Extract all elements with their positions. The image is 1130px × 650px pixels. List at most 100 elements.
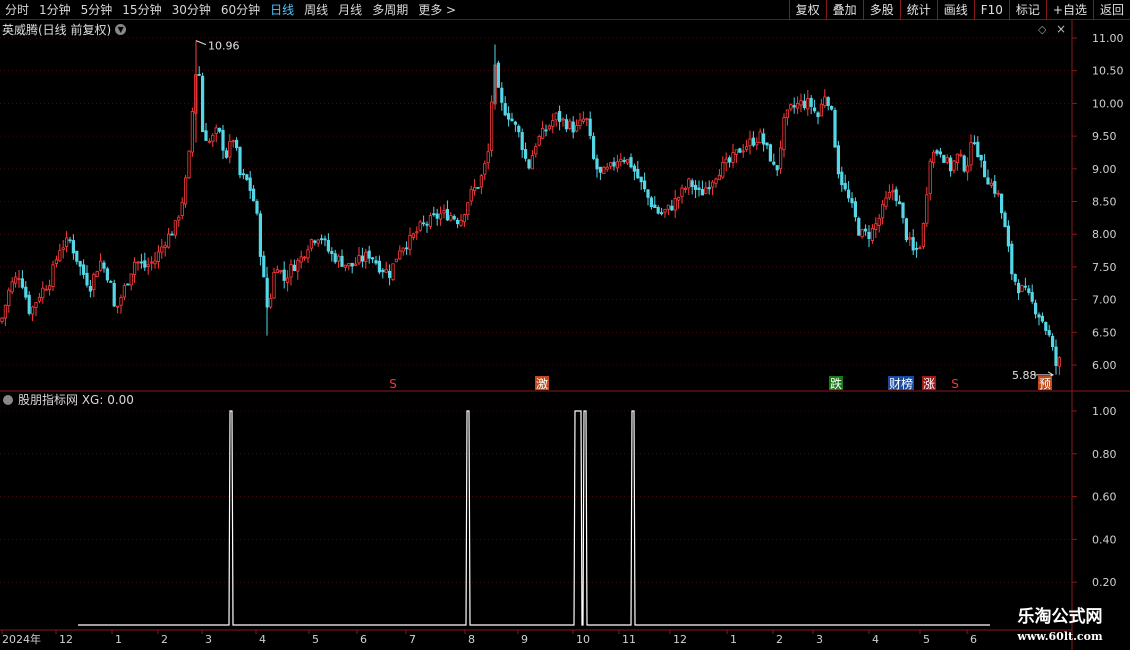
- x-tick-label: 12: [59, 633, 73, 646]
- candle-body: [877, 217, 881, 226]
- candle-body: [268, 298, 273, 308]
- candle-body: [643, 180, 647, 190]
- candle-body: [721, 162, 725, 178]
- x-tick-label: 1: [730, 633, 737, 646]
- candle-body: [418, 221, 422, 231]
- candle-body: [619, 158, 623, 162]
- candle-body: [496, 62, 501, 88]
- diamond-icon[interactable]: ◇: [1038, 23, 1046, 36]
- close-icon[interactable]: ×: [1056, 22, 1066, 36]
- candle-body: [54, 259, 59, 264]
- candle-body: [489, 101, 494, 151]
- stock-chart[interactable]: 11.0010.5010.009.509.008.508.007.507.006…: [0, 0, 1130, 650]
- candle-body: [217, 127, 222, 132]
- candle-body: [908, 237, 912, 240]
- candle-body: [823, 96, 827, 106]
- candle-body: [82, 264, 86, 275]
- candle-body: [37, 296, 42, 302]
- candle-body: [683, 187, 688, 190]
- candle-body: [68, 239, 72, 242]
- candle-body: [1000, 193, 1004, 214]
- candle-body: [765, 142, 769, 146]
- event-marker: 预: [1039, 377, 1051, 391]
- candle-body: [945, 157, 949, 163]
- candle-body: [707, 187, 711, 190]
- candle-body: [561, 118, 565, 121]
- candle-body: [455, 219, 460, 225]
- candle-body: [336, 255, 341, 262]
- candle-body: [404, 247, 409, 250]
- candle-body: [34, 302, 38, 309]
- y-tick-label: 8.00: [1092, 228, 1117, 241]
- candle-body: [524, 149, 528, 159]
- candle-body: [200, 75, 205, 133]
- candle-body: [459, 219, 463, 226]
- candle-body: [782, 117, 786, 150]
- candle-body: [884, 197, 888, 207]
- candle-body: [568, 120, 572, 130]
- candle-body: [187, 150, 191, 179]
- candle-body: [527, 159, 531, 169]
- candle-body: [166, 233, 171, 248]
- candle-body: [724, 158, 728, 164]
- candle-body: [802, 100, 807, 109]
- candle-body: [163, 245, 167, 248]
- candle-body: [435, 213, 439, 219]
- candle-body: [177, 216, 181, 221]
- candle-body: [887, 192, 892, 199]
- indicator-y-tick-label: 0.60: [1092, 491, 1117, 504]
- candle-body: [105, 268, 109, 281]
- candle-body: [326, 239, 331, 252]
- candle-body: [333, 253, 337, 263]
- candle-body: [231, 140, 235, 143]
- x-tick-label: 5: [312, 633, 319, 646]
- y-tick-label: 7.00: [1092, 294, 1117, 307]
- candle-body: [381, 269, 385, 273]
- candle-body: [949, 157, 953, 172]
- candle-body: [1027, 288, 1031, 293]
- candle-body: [680, 187, 684, 197]
- chevron-down-icon[interactable]: ▼: [115, 24, 127, 35]
- candle-body: [598, 166, 603, 173]
- candle-body: [279, 270, 283, 273]
- candle-body: [962, 155, 966, 172]
- candle-body: [513, 121, 518, 125]
- candle-body: [860, 229, 864, 238]
- candle-body: [544, 129, 548, 132]
- candle-body: [853, 201, 858, 218]
- candle-body: [367, 250, 371, 259]
- candle-body: [690, 180, 694, 187]
- candle-body: [129, 273, 133, 286]
- candle-body: [779, 147, 783, 170]
- candle-body: [993, 181, 997, 194]
- candle-body: [27, 294, 31, 314]
- candle-body: [58, 250, 62, 262]
- candle-body: [228, 141, 232, 158]
- candle-body: [173, 220, 177, 236]
- candle-body: [819, 103, 824, 117]
- candle-body: [1010, 243, 1014, 275]
- event-marker: 涨: [923, 376, 935, 391]
- candle-body: [421, 222, 426, 225]
- candle-body: [483, 163, 487, 175]
- chart-title-text: 英威腾(日线 前复权): [2, 23, 112, 37]
- candle-body: [554, 112, 558, 121]
- candle-body: [190, 111, 194, 153]
- candle-body: [1034, 302, 1038, 315]
- candle-body: [1006, 225, 1011, 247]
- candle-body: [775, 165, 779, 171]
- candle-body: [541, 128, 545, 139]
- candle-body: [1020, 285, 1024, 292]
- candle-body: [976, 141, 980, 158]
- y-tick-label: 8.50: [1092, 196, 1117, 209]
- candle-body: [282, 269, 286, 281]
- candle-body: [17, 278, 21, 280]
- candle-body: [850, 198, 854, 204]
- x-tick-label: 10: [576, 633, 590, 646]
- y-tick-label: 10.00: [1092, 97, 1124, 110]
- candle-body: [983, 160, 987, 178]
- candle-body: [874, 223, 878, 230]
- candle-body: [789, 104, 793, 110]
- candle-body: [438, 213, 443, 220]
- candle-body: [1047, 330, 1051, 336]
